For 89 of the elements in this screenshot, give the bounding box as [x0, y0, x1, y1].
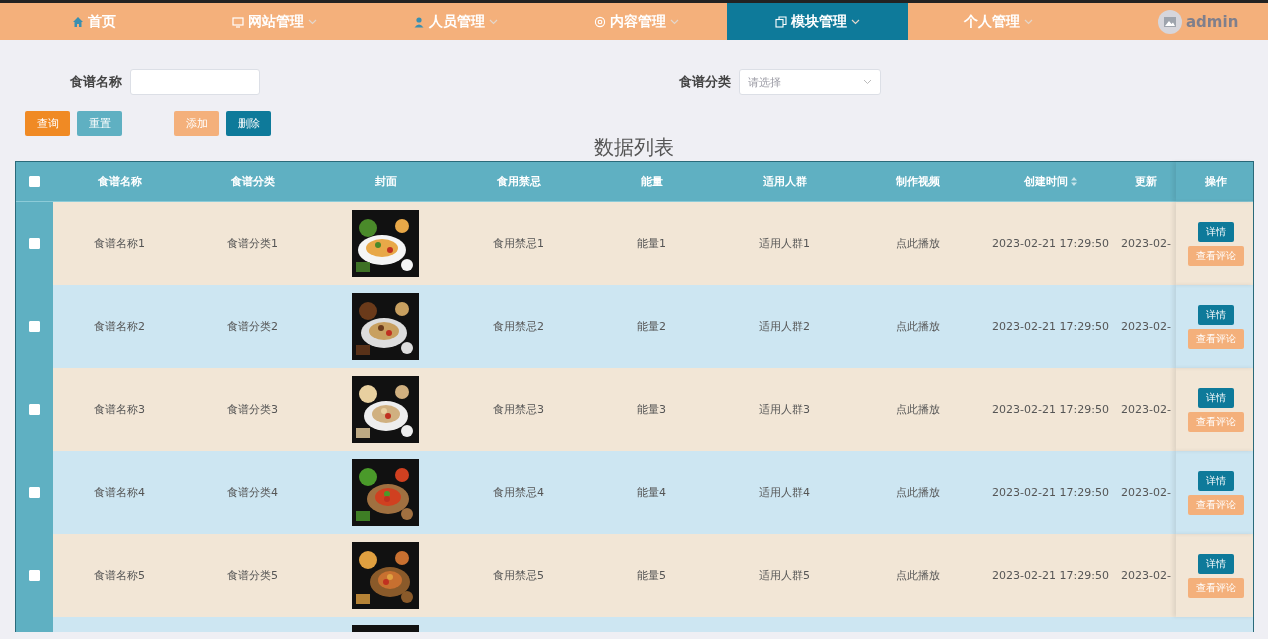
table-cell: 2023-02-: [1121, 403, 1171, 416]
filter-label: 食谱分类: [679, 73, 731, 91]
delete-button[interactable]: 删除: [226, 111, 271, 136]
table-cell: 2023-02-21 17:29:50: [992, 569, 1109, 582]
column-header: 操作: [1204, 174, 1227, 189]
column-header: 食用禁忌: [496, 174, 541, 189]
table-cell: 适用人群3: [759, 402, 810, 417]
column-header: 更新: [1135, 174, 1157, 189]
column-header: 食谱名称: [97, 174, 142, 189]
table-cell: 适用人群1: [759, 236, 810, 251]
table-cell: 能量5: [637, 568, 666, 583]
name-input[interactable]: [130, 69, 260, 95]
row-checkbox[interactable]: [29, 487, 40, 498]
comments-button[interactable]: 查看评论: [1187, 328, 1244, 349]
column-header: 能量: [640, 174, 663, 189]
avatar-icon[interactable]: [1158, 9, 1182, 34]
table-cell: 能量1: [637, 236, 666, 251]
table-cell: 2023-02-: [1121, 569, 1171, 582]
add-button[interactable]: 添加: [174, 111, 219, 136]
column-header: 食谱分类: [230, 174, 275, 189]
table-cell: 2023-02-: [1121, 237, 1171, 250]
table-cell: 适用人群4: [759, 485, 810, 500]
select-all-checkbox[interactable]: [29, 176, 40, 187]
table-cell: 能量2: [637, 319, 666, 334]
table-cell: 食谱分类1: [227, 236, 278, 251]
monitor-icon: [232, 15, 244, 28]
detail-button[interactable]: 详情: [1197, 221, 1234, 242]
table-cell: 食谱名称1: [94, 236, 145, 251]
sort-icon[interactable]: [1071, 177, 1077, 186]
table-cell: 适用人群2: [759, 319, 810, 334]
table-cell: 食谱名称5: [94, 568, 145, 583]
table-cell: 食谱分类4: [227, 485, 278, 500]
table-cell: 食用禁忌2: [493, 319, 544, 334]
table-cell: 2023-02-21 17:29:50: [992, 486, 1109, 499]
row-checkbox[interactable]: [29, 321, 40, 332]
comments-button[interactable]: 查看评论: [1187, 411, 1244, 432]
nav-tab[interactable]: 首页: [3, 3, 184, 40]
category-select[interactable]: 请选择: [739, 69, 881, 95]
user-name[interactable]: admin: [1186, 12, 1239, 31]
comments-button[interactable]: 查看评论: [1187, 494, 1244, 515]
filter-label: 食谱名称: [70, 73, 122, 91]
play-link[interactable]: 点此播放: [895, 402, 940, 417]
chevron-icon: [863, 79, 872, 85]
column-header: 封面: [374, 174, 397, 189]
nav-tab[interactable]: 网站管理: [184, 3, 365, 40]
detail-button[interactable]: 详情: [1197, 387, 1234, 408]
play-link[interactable]: 点此播放: [895, 236, 940, 251]
table-cell: 2023-02-: [1121, 320, 1171, 333]
play-link[interactable]: 点此播放: [895, 319, 940, 334]
table-cell: 适用人群5: [759, 568, 810, 583]
reset-button[interactable]: 重置: [77, 111, 122, 136]
play-link[interactable]: 点此播放: [895, 568, 940, 583]
table-cell: 食谱名称2: [94, 319, 145, 334]
copy-icon: [775, 15, 787, 28]
row-checkbox[interactable]: [29, 238, 40, 249]
detail-button[interactable]: 详情: [1197, 304, 1234, 325]
table-cell: 食用禁忌4: [493, 485, 544, 500]
query-button[interactable]: 查询: [25, 111, 70, 136]
table-cell: 食用禁忌5: [493, 568, 544, 583]
detail-button[interactable]: 详情: [1197, 470, 1234, 491]
table-cell: 食用禁忌1: [493, 236, 544, 251]
column-header[interactable]: 创建时间: [1024, 174, 1068, 189]
row-checkbox[interactable]: [29, 570, 40, 581]
table-cell: 2023-02-21 17:29:50: [992, 320, 1109, 333]
comments-button[interactable]: 查看评论: [1187, 577, 1244, 598]
table-cell: 食谱分类5: [227, 568, 278, 583]
play-link[interactable]: 点此播放: [895, 485, 940, 500]
row-checkbox[interactable]: [29, 404, 40, 415]
table-cell: 能量3: [637, 402, 666, 417]
table-cell: 食谱名称4: [94, 485, 145, 500]
nav-tab[interactable]: 人员管理: [365, 3, 546, 40]
table-cell: 2023-02-21 17:29:50: [992, 403, 1109, 416]
table-cell: 2023-02-: [1121, 486, 1171, 499]
detail-button[interactable]: 详情: [1197, 553, 1234, 574]
list-title: 数据列表: [594, 135, 674, 159]
table-cell: 食谱分类3: [227, 402, 278, 417]
nav-tab[interactable]: 内容管理: [546, 3, 727, 40]
person-icon: [413, 15, 425, 28]
table-cell: 食用禁忌3: [493, 402, 544, 417]
nav-tab[interactable]: 个人管理: [908, 3, 1089, 40]
table-cell: 能量4: [637, 485, 666, 500]
column-header: 适用人群: [762, 174, 807, 189]
table-cell: 食谱名称3: [94, 402, 145, 417]
column-header: 制作视频: [895, 174, 940, 189]
comments-button[interactable]: 查看评论: [1187, 245, 1244, 266]
table-cell: 食谱分类2: [227, 319, 278, 334]
table-cell: 2023-02-21 17:29:50: [992, 237, 1109, 250]
nav-tab[interactable]: 模块管理: [727, 3, 908, 40]
home-icon: [71, 15, 84, 28]
